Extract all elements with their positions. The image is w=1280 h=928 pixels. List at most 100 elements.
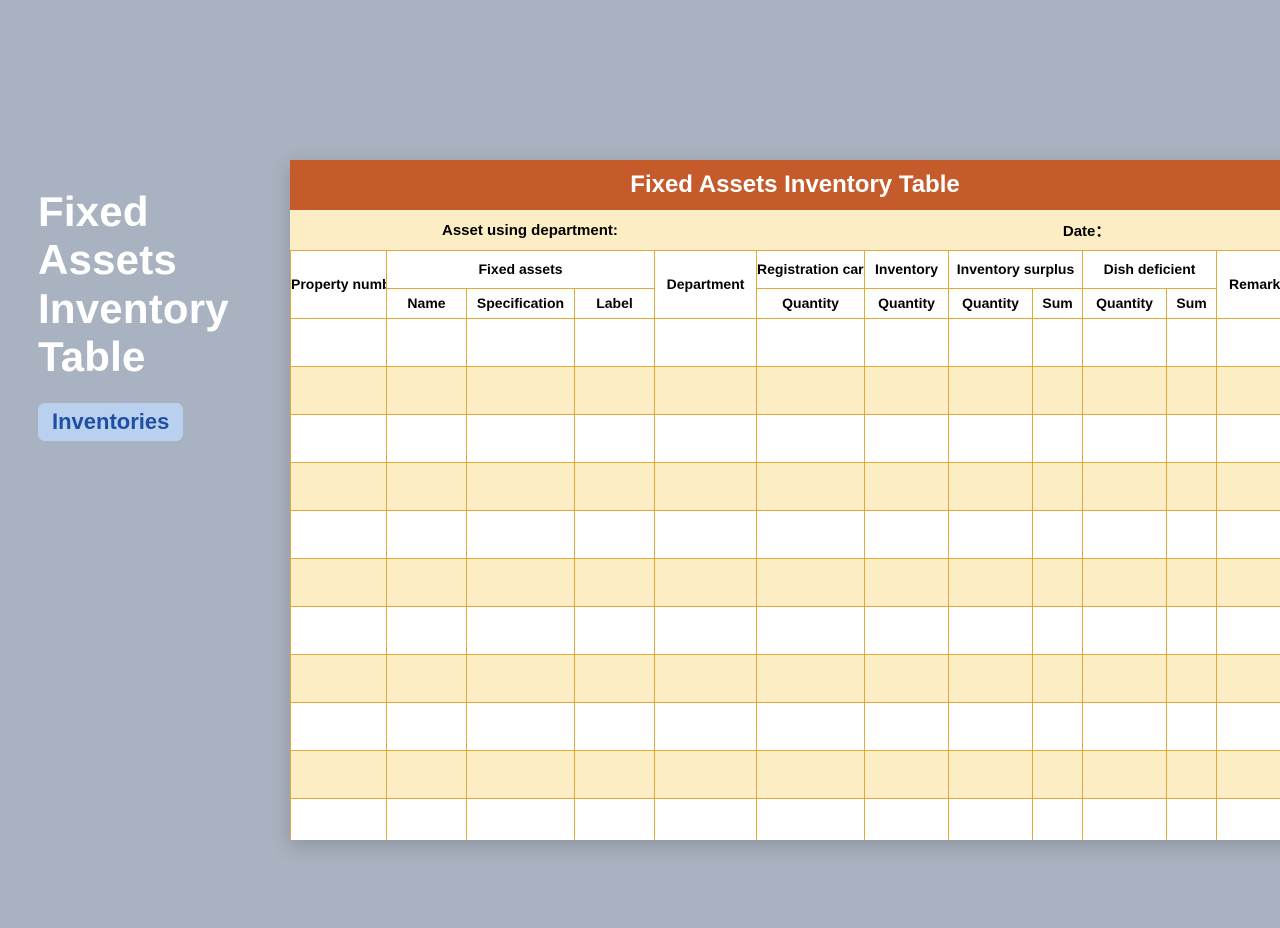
table-cell[interactable]	[387, 559, 467, 607]
table-cell[interactable]	[757, 463, 865, 511]
table-cell[interactable]	[949, 415, 1033, 463]
table-cell[interactable]	[291, 655, 387, 703]
table-cell[interactable]	[655, 751, 757, 799]
table-cell[interactable]	[467, 511, 575, 559]
table-cell[interactable]	[1167, 367, 1217, 415]
table-cell[interactable]	[575, 655, 655, 703]
table-cell[interactable]	[387, 607, 467, 655]
table-cell[interactable]	[865, 655, 949, 703]
table-cell[interactable]	[1167, 463, 1217, 511]
table-cell[interactable]	[1033, 463, 1083, 511]
table-cell[interactable]	[467, 367, 575, 415]
table-cell[interactable]	[757, 367, 865, 415]
table-cell[interactable]	[1217, 367, 1280, 415]
table-cell[interactable]	[575, 319, 655, 367]
table-cell[interactable]	[467, 463, 575, 511]
table-cell[interactable]	[655, 367, 757, 415]
table-cell[interactable]	[757, 799, 865, 841]
table-cell[interactable]	[949, 463, 1033, 511]
table-cell[interactable]	[865, 607, 949, 655]
table-cell[interactable]	[865, 415, 949, 463]
table-cell[interactable]	[575, 415, 655, 463]
table-cell[interactable]	[1033, 511, 1083, 559]
table-cell[interactable]	[865, 751, 949, 799]
table-cell[interactable]	[949, 799, 1033, 841]
table-cell[interactable]	[575, 799, 655, 841]
table-cell[interactable]	[757, 415, 865, 463]
table-cell[interactable]	[655, 415, 757, 463]
table-cell[interactable]	[1217, 463, 1280, 511]
table-cell[interactable]	[757, 703, 865, 751]
table-cell[interactable]	[949, 319, 1033, 367]
table-cell[interactable]	[575, 607, 655, 655]
table-cell[interactable]	[949, 655, 1033, 703]
table-cell[interactable]	[1217, 511, 1280, 559]
table-cell[interactable]	[1083, 463, 1167, 511]
table-cell[interactable]	[757, 751, 865, 799]
table-cell[interactable]	[1167, 751, 1217, 799]
table-cell[interactable]	[655, 463, 757, 511]
table-cell[interactable]	[865, 463, 949, 511]
table-cell[interactable]	[1167, 559, 1217, 607]
table-cell[interactable]	[1083, 559, 1167, 607]
table-cell[interactable]	[467, 415, 575, 463]
table-cell[interactable]	[1033, 319, 1083, 367]
table-cell[interactable]	[291, 703, 387, 751]
table-cell[interactable]	[865, 319, 949, 367]
table-cell[interactable]	[291, 463, 387, 511]
table-cell[interactable]	[467, 751, 575, 799]
table-cell[interactable]	[387, 799, 467, 841]
table-cell[interactable]	[291, 799, 387, 841]
table-cell[interactable]	[387, 463, 467, 511]
table-cell[interactable]	[467, 703, 575, 751]
table-cell[interactable]	[1217, 319, 1280, 367]
table-cell[interactable]	[1033, 607, 1083, 655]
table-cell[interactable]	[387, 703, 467, 751]
table-cell[interactable]	[467, 799, 575, 841]
table-cell[interactable]	[467, 607, 575, 655]
table-cell[interactable]	[949, 559, 1033, 607]
table-cell[interactable]	[1083, 607, 1167, 655]
table-cell[interactable]	[949, 751, 1033, 799]
table-cell[interactable]	[655, 607, 757, 655]
table-cell[interactable]	[655, 319, 757, 367]
table-cell[interactable]	[1033, 655, 1083, 703]
table-cell[interactable]	[1217, 655, 1280, 703]
table-cell[interactable]	[1083, 415, 1167, 463]
table-cell[interactable]	[655, 511, 757, 559]
table-cell[interactable]	[865, 799, 949, 841]
table-cell[interactable]	[575, 511, 655, 559]
table-cell[interactable]	[1217, 607, 1280, 655]
table-cell[interactable]	[387, 751, 467, 799]
table-cell[interactable]	[1033, 415, 1083, 463]
table-cell[interactable]	[575, 463, 655, 511]
table-cell[interactable]	[949, 367, 1033, 415]
table-cell[interactable]	[291, 559, 387, 607]
table-cell[interactable]	[387, 367, 467, 415]
table-cell[interactable]	[575, 367, 655, 415]
table-cell[interactable]	[757, 319, 865, 367]
table-cell[interactable]	[467, 655, 575, 703]
table-cell[interactable]	[1167, 703, 1217, 751]
table-cell[interactable]	[757, 655, 865, 703]
table-cell[interactable]	[291, 607, 387, 655]
table-cell[interactable]	[655, 655, 757, 703]
table-cell[interactable]	[865, 511, 949, 559]
table-cell[interactable]	[1167, 655, 1217, 703]
table-cell[interactable]	[1083, 799, 1167, 841]
table-cell[interactable]	[865, 367, 949, 415]
table-cell[interactable]	[655, 799, 757, 841]
category-tag[interactable]: Inventories	[38, 403, 183, 441]
table-cell[interactable]	[865, 703, 949, 751]
table-cell[interactable]	[1217, 799, 1280, 841]
table-cell[interactable]	[387, 415, 467, 463]
table-cell[interactable]	[757, 559, 865, 607]
table-cell[interactable]	[655, 559, 757, 607]
table-cell[interactable]	[291, 415, 387, 463]
table-cell[interactable]	[1033, 703, 1083, 751]
table-cell[interactable]	[387, 319, 467, 367]
table-cell[interactable]	[1167, 319, 1217, 367]
table-cell[interactable]	[1167, 415, 1217, 463]
table-cell[interactable]	[467, 559, 575, 607]
table-cell[interactable]	[1217, 559, 1280, 607]
